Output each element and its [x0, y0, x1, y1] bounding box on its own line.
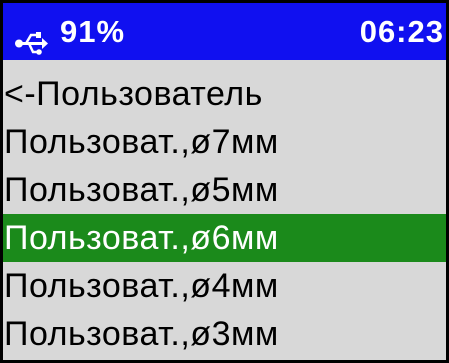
- device-screen: 91% 06:23 <-Пользователь Пользоват.,ø7мм…: [0, 0, 449, 363]
- menu-item-user-6mm[interactable]: Пользоват.,ø6мм: [3, 214, 446, 262]
- usb-icon: [15, 18, 48, 55]
- menu-item-user-7mm[interactable]: Пользоват.,ø7мм: [3, 118, 446, 166]
- menu-item-user-5mm[interactable]: Пользоват.,ø5мм: [3, 166, 446, 214]
- menu-item-back[interactable]: <-Пользователь: [3, 70, 446, 118]
- menu-item-user-4mm[interactable]: Пользоват.,ø4мм: [3, 262, 446, 310]
- clock: 06:23: [359, 14, 444, 49]
- menu-item-user-3mm[interactable]: Пользоват.,ø3мм: [3, 310, 446, 358]
- battery-level: 91%: [60, 14, 126, 49]
- status-bar: 91% 06:23: [3, 3, 446, 60]
- menu-list: <-Пользователь Пользоват.,ø7мм Пользоват…: [3, 70, 446, 358]
